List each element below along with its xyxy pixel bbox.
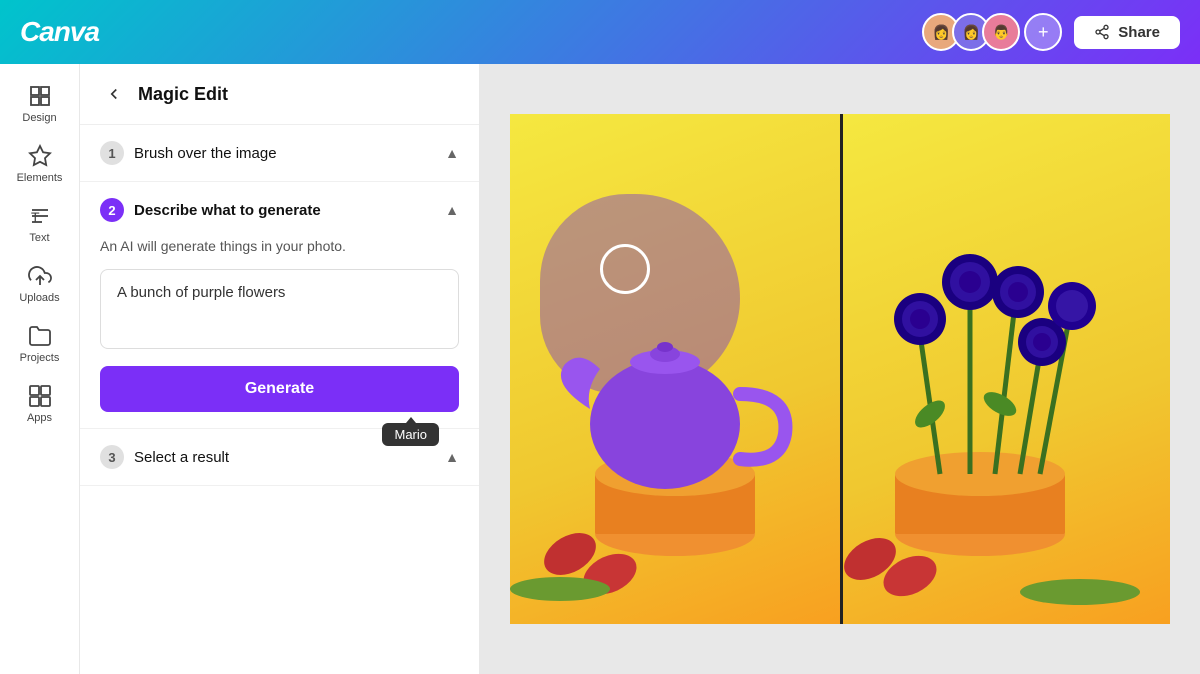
magic-edit-panel: Magic Edit 1 Brush over the image ▲ 2 De…	[80, 64, 480, 674]
sidebar-item-projects[interactable]: Projects	[4, 316, 76, 372]
sidebar-item-uploads[interactable]: Uploads	[4, 256, 76, 312]
app-header: Canva 👩 👩 👨 + Share	[0, 0, 1200, 64]
panel-header: Magic Edit	[80, 64, 479, 125]
back-icon	[105, 85, 123, 103]
step-2-number: 2	[100, 198, 124, 222]
back-button[interactable]	[100, 80, 128, 108]
split-container	[510, 114, 1170, 624]
step-3-chevron-icon: ▲	[445, 449, 459, 465]
sidebar-label-design: Design	[22, 112, 56, 124]
teapot-scene	[510, 114, 840, 624]
step-3-label: Select a result	[134, 449, 229, 466]
step-1-number: 1	[100, 141, 124, 165]
avatar-3: 👨	[982, 13, 1020, 51]
sidebar-item-text[interactable]: T Text	[4, 196, 76, 252]
star-icon	[28, 144, 52, 168]
step-2-header[interactable]: 2 Describe what to generate ▲	[100, 198, 459, 222]
canva-logo: Canva	[20, 16, 99, 48]
header-right: 👩 👩 👨 + Share	[922, 13, 1180, 51]
grid-icon	[28, 84, 52, 108]
collaborators-avatars: 👩 👩 👨 +	[922, 13, 1062, 51]
sidebar-label-projects: Projects	[20, 352, 60, 364]
generate-button[interactable]: Generate	[100, 366, 459, 412]
step-2: 2 Describe what to generate ▲ An AI will…	[80, 182, 479, 429]
share-label: Share	[1118, 24, 1160, 41]
generate-btn-wrapper: Generate Mario	[100, 354, 459, 412]
sidebar-item-design[interactable]: Design	[4, 76, 76, 132]
sidebar-label-text: Text	[29, 232, 49, 244]
sidebar-label-uploads: Uploads	[19, 292, 59, 304]
step-1-header[interactable]: 1 Brush over the image ▲	[100, 141, 459, 165]
step-2-label: Describe what to generate	[134, 202, 321, 219]
sidebar-item-elements[interactable]: Elements	[4, 136, 76, 192]
step-2-content: An AI will generate things in your photo…	[100, 236, 459, 412]
image-after	[840, 114, 1170, 624]
step-3-header[interactable]: 3 Select a result ▲	[100, 445, 459, 469]
panel-title: Magic Edit	[138, 84, 228, 105]
share-button[interactable]: Share	[1074, 16, 1180, 49]
step-1: 1 Brush over the image ▲	[80, 125, 479, 182]
step-3-header-left: 3 Select a result	[100, 445, 229, 469]
svg-text:T: T	[31, 209, 40, 225]
main-area: Design Elements T Text Uploads	[0, 64, 1200, 674]
canvas-area	[480, 64, 1200, 674]
sidebar-label-apps: Apps	[27, 412, 52, 424]
sidebar-item-apps[interactable]: Apps	[4, 376, 76, 432]
text-icon: T	[28, 204, 52, 228]
step-1-chevron-icon: ▲	[445, 145, 459, 161]
add-collaborator-button[interactable]: +	[1024, 13, 1062, 51]
step-1-header-left: 1 Brush over the image	[100, 141, 277, 165]
image-before	[510, 114, 840, 624]
canvas-image	[510, 114, 1170, 624]
generate-description-input[interactable]: A bunch of purple flowers	[100, 269, 459, 349]
sidebar-icons: Design Elements T Text Uploads	[0, 64, 80, 674]
sidebar-label-elements: Elements	[17, 172, 63, 184]
step-2-header-left: 2 Describe what to generate	[100, 198, 321, 222]
step-3-number: 3	[100, 445, 124, 469]
step-2-description: An AI will generate things in your photo…	[100, 236, 459, 257]
folder-icon	[28, 324, 52, 348]
step-3: 3 Select a result ▲	[80, 429, 479, 486]
step-1-label: Brush over the image	[134, 145, 277, 162]
flowers-scene	[840, 114, 1170, 624]
upload-icon	[28, 264, 52, 288]
step-2-chevron-icon: ▲	[445, 202, 459, 218]
apps-icon	[28, 384, 52, 408]
split-divider	[840, 114, 843, 624]
share-icon	[1094, 24, 1110, 40]
